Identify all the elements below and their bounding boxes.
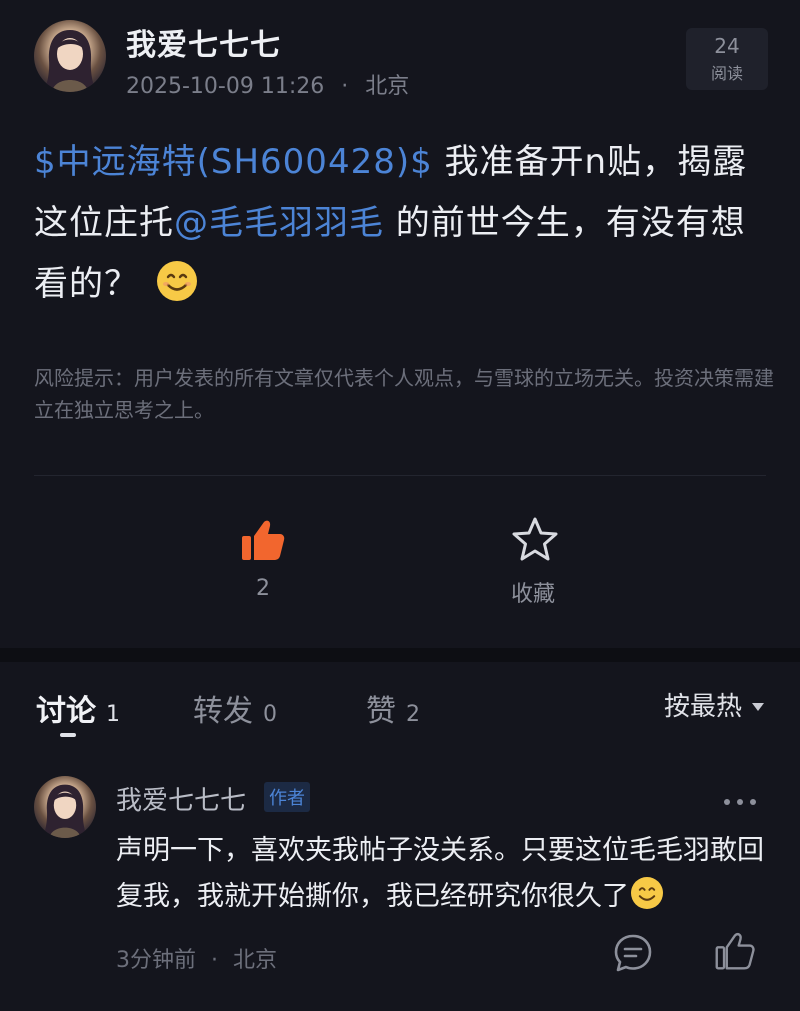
star-icon[interactable] xyxy=(510,516,560,564)
mention-link[interactable]: @毛毛羽羽毛 xyxy=(174,203,384,243)
more-icon[interactable] xyxy=(722,792,758,805)
author-avatar[interactable] xyxy=(34,20,106,92)
stock-tag-link[interactable]: $中远海特(SH600428)$ xyxy=(34,142,433,182)
tab-count: 0 xyxy=(263,702,277,727)
like-count: 2 xyxy=(256,576,270,601)
tab-label: 转发 xyxy=(193,694,253,729)
dropdown-arrow-icon xyxy=(752,703,765,711)
comment-avatar[interactable] xyxy=(34,776,96,838)
post-meta: 2025-10-09 11:26 · 北京 xyxy=(126,68,409,100)
tab-likes[interactable]: 赞2 xyxy=(366,686,420,730)
divider xyxy=(34,475,766,476)
smile-emoji xyxy=(631,877,663,909)
favorite-label[interactable]: 收藏 xyxy=(511,576,555,608)
risk-notice: 风险提示：用户发表的所有文章仅代表个人观点，与雪球的立场无关。投资决策需建立在独… xyxy=(34,366,774,422)
post-datetime: 2025-10-09 11:26 xyxy=(126,74,325,99)
meta-separator: · xyxy=(341,74,349,99)
author-name[interactable]: 我爱七七七 xyxy=(126,20,281,64)
tab-repost[interactable]: 转发 0 xyxy=(193,686,277,730)
post-location: 北京 xyxy=(365,74,410,99)
tab-count: 2 xyxy=(406,702,420,727)
reads-counter: 24 阅读 xyxy=(686,28,768,90)
tab-indicator xyxy=(60,733,76,737)
comment-text: 声明一下，喜欢夹我帖子没关系。只要这位毛毛羽敢回复我，我就开始撕你，我已经研究你… xyxy=(116,828,766,920)
comment-time: 3分钟前 xyxy=(116,948,196,973)
post-body: $中远海特(SH600428)$ 我准备开n贴，揭露这位庄托@毛毛羽羽毛 的前世… xyxy=(34,132,774,315)
like-icon[interactable] xyxy=(240,518,286,562)
thumbs-up-outline-icon[interactable] xyxy=(714,930,756,972)
sort-dropdown[interactable]: 按最热 xyxy=(664,686,765,723)
meta-separator: · xyxy=(211,948,218,973)
tab-label: 赞 xyxy=(366,694,396,729)
section-divider xyxy=(0,648,800,662)
tab-count: 1 xyxy=(106,702,120,727)
tab-label: 讨论 xyxy=(36,694,96,729)
reads-count: 24 xyxy=(714,34,740,58)
reads-label: 阅读 xyxy=(710,64,743,83)
comment-author[interactable]: 我爱七七七 xyxy=(116,780,246,817)
comment-body: 声明一下，喜欢夹我帖子没关系。只要这位毛毛羽敢回复我，我就开始撕你，我已经研究你… xyxy=(116,835,764,912)
smile-emoji xyxy=(156,261,197,301)
comment-location: 北京 xyxy=(233,948,278,973)
sort-label: 按最热 xyxy=(664,692,743,722)
author-badge: 作者 xyxy=(264,782,310,812)
tab-discussion[interactable]: 讨论 1 xyxy=(36,686,120,730)
reply-icon[interactable] xyxy=(612,932,654,974)
comment-meta: 3分钟前 · 北京 xyxy=(116,942,277,974)
